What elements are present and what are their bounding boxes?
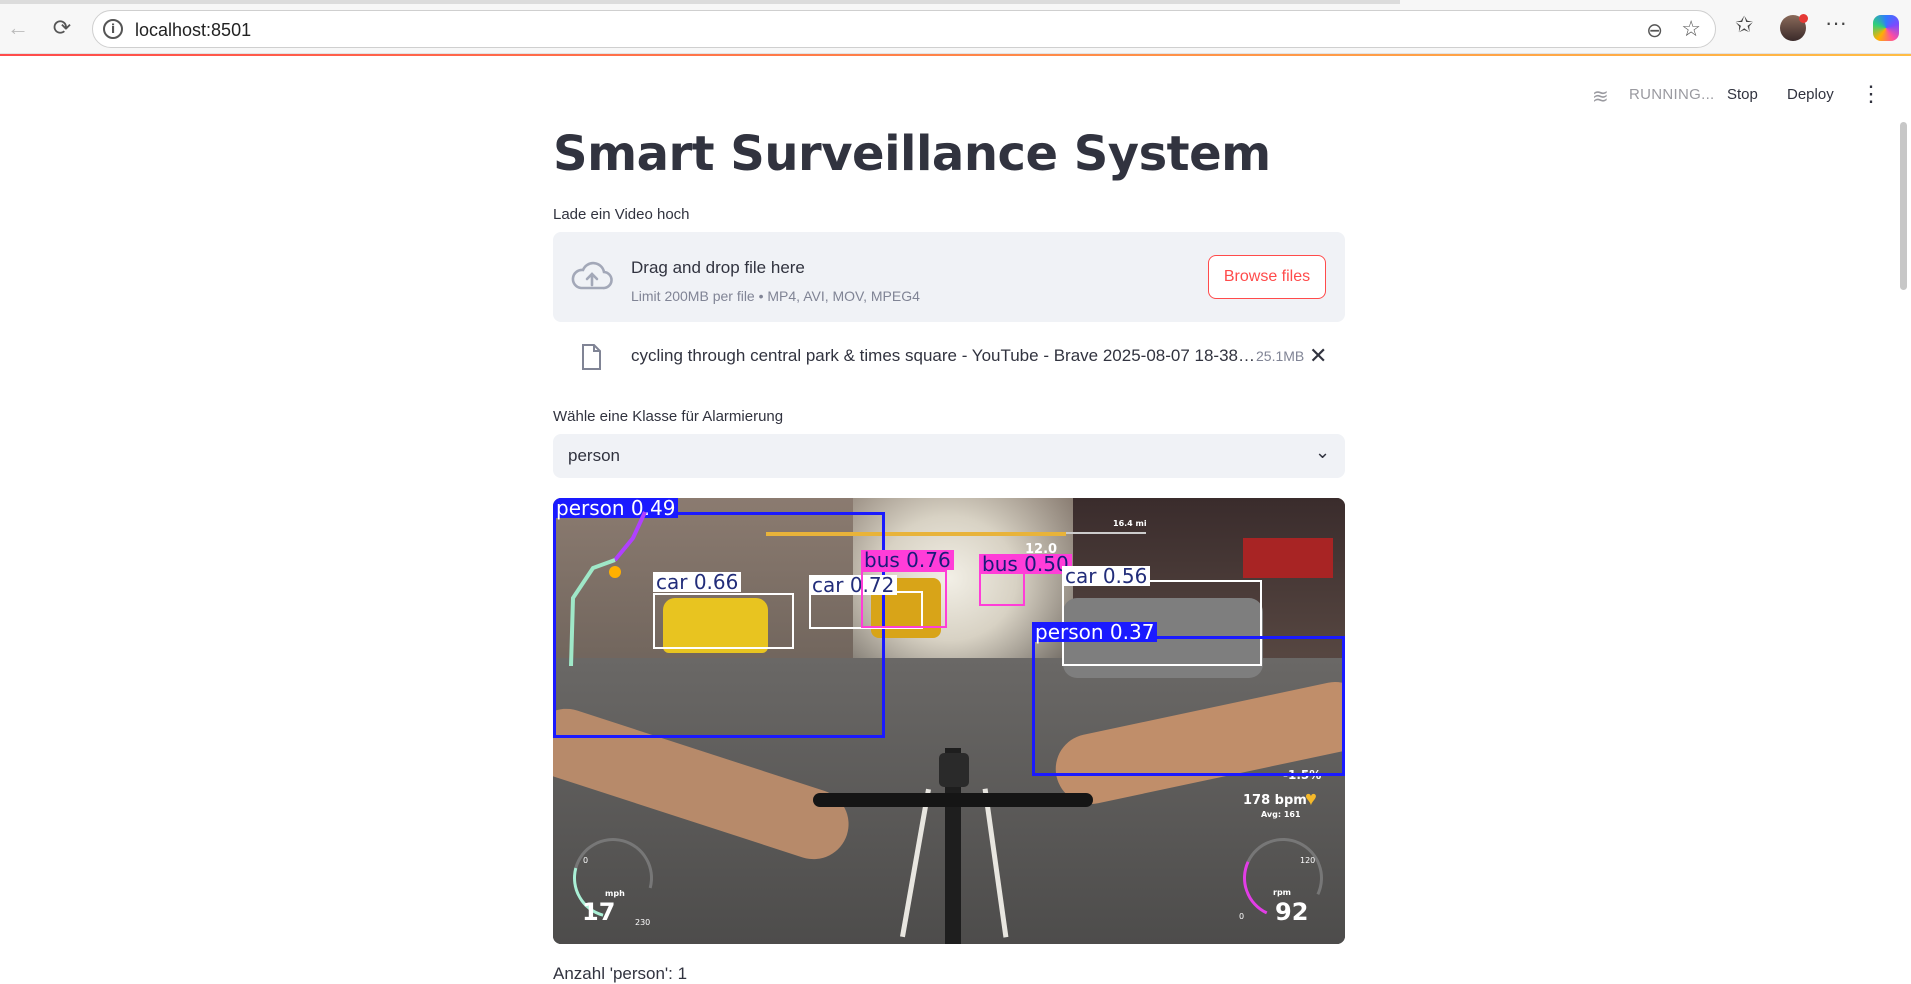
tab-strip-edge: [0, 0, 1400, 4]
detection-count: Anzahl 'person': 1: [553, 964, 688, 983]
heart-icon: ♥: [1305, 788, 1317, 810]
video-frame: 16.4 mi 12.0 -1.5% 178 bpm ♥ Avg: 161 0 …: [553, 498, 1345, 944]
favorite-star-icon[interactable]: ☆: [1681, 16, 1701, 42]
cadence-unit: rpm: [1273, 888, 1292, 897]
zoom-icon[interactable]: ⊖: [1646, 18, 1663, 43]
more-menu-icon[interactable]: ···: [1825, 10, 1847, 36]
address-bar[interactable]: i localhost:8501 ⊖ ☆: [92, 10, 1716, 48]
back-arrow-icon[interactable]: ←: [4, 14, 32, 42]
notification-dot-icon: [1799, 14, 1808, 23]
speed-unit: mph: [605, 889, 625, 898]
stop-button[interactable]: Stop: [1727, 86, 1758, 103]
site-info-icon[interactable]: i: [103, 19, 123, 39]
chevron-down-icon: ⌄: [1315, 442, 1331, 462]
uploader-label: Lade ein Video hoch: [553, 206, 690, 223]
pose-skeleton: [569, 511, 647, 667]
scene-bike-computer: [939, 753, 969, 787]
deploy-button[interactable]: Deploy: [1787, 86, 1834, 103]
browse-files-button[interactable]: Browse files: [1208, 255, 1326, 299]
favorites-list-icon[interactable]: ✩: [1735, 12, 1753, 38]
hud-heart-avg: Avg: 161: [1261, 810, 1301, 819]
alarm-class-value: person: [568, 446, 620, 465]
running-status: RUNNING...: [1629, 86, 1715, 103]
speed-value: 17: [582, 898, 616, 926]
class-select-label: Wähle eine Klasse für Alarmierung: [553, 408, 784, 425]
cloud-upload-icon: [571, 261, 613, 290]
scene-billboard: [1243, 538, 1333, 578]
detection-box-person: [1032, 636, 1345, 776]
cadence-gauge-max: 120: [1300, 856, 1316, 865]
url-text[interactable]: localhost:8501: [135, 20, 251, 41]
uploaded-file-size: 25.1MB: [1256, 348, 1305, 364]
file-icon: [582, 344, 601, 370]
route-remaining-bar: [1066, 532, 1146, 534]
file-dropzone[interactable]: Drag and drop file here Limit 200MB per …: [553, 232, 1345, 322]
main-menu-icon[interactable]: ⋮: [1860, 81, 1882, 107]
speed-gauge-min: 0: [583, 856, 589, 865]
detection-label: car 0.56: [1062, 566, 1151, 586]
alarm-class-select[interactable]: person ⌄: [553, 434, 1345, 478]
detection-box-bus: [861, 570, 947, 628]
reload-icon[interactable]: ⟳: [48, 14, 76, 42]
browser-toolbar: ← ⟳ i localhost:8501 ⊖ ☆ ✩ ···: [0, 0, 1911, 54]
uploaded-file-name: cycling through central park & times squ…: [631, 346, 1256, 365]
app-header: ≋ RUNNING... Stop Deploy ⋮: [0, 56, 1911, 126]
hud-distance: 16.4 mi: [1113, 519, 1147, 528]
detection-label: bus 0.50: [979, 554, 1072, 574]
dropzone-limit: Limit 200MB per file • MP4, AVI, MOV, MP…: [631, 288, 920, 304]
detection-label: bus 0.76: [861, 550, 954, 570]
cadence-value: 92: [1275, 898, 1309, 926]
page-scrollbar[interactable]: [1900, 122, 1907, 290]
dropzone-instructions: Drag and drop file here: [631, 258, 805, 277]
remove-file-icon[interactable]: ✕: [1309, 343, 1327, 369]
page-title: Smart Surveillance System: [553, 126, 1271, 182]
cadence-gauge-min: 0: [1239, 912, 1245, 921]
running-swimmer-icon: ≋: [1592, 86, 1609, 108]
speed-gauge-max: 230: [635, 918, 651, 927]
scene-handlebar: [813, 793, 1093, 807]
detection-box-car: [653, 593, 794, 649]
detection-label: person 0.37: [1032, 622, 1158, 642]
hud-heart-rate: 178 bpm: [1243, 793, 1307, 808]
copilot-icon[interactable]: [1873, 15, 1899, 41]
uploaded-file: cycling through central park & times squ…: [553, 334, 1345, 378]
